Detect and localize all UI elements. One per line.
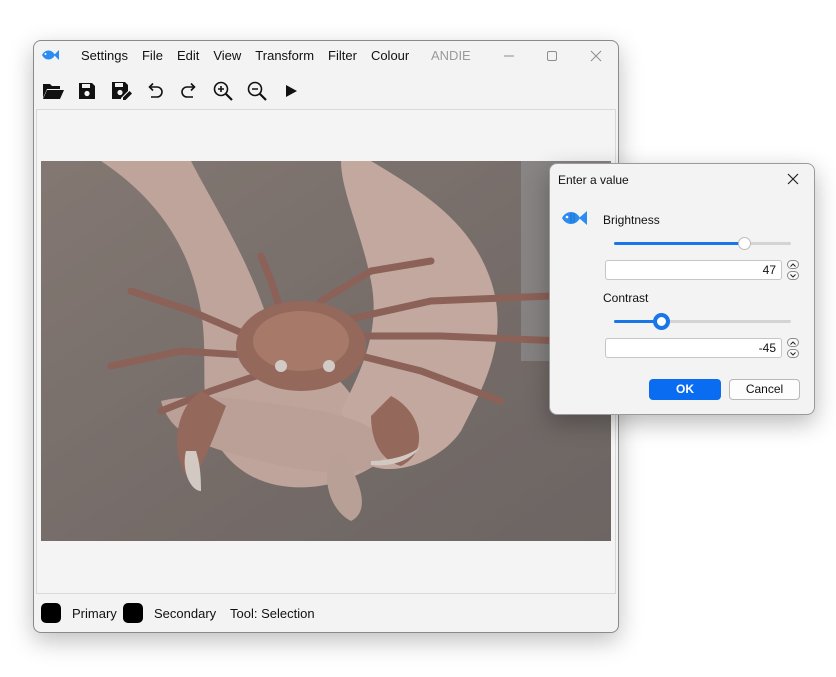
secondary-color-swatch[interactable] — [123, 603, 143, 623]
close-button[interactable] — [576, 43, 616, 69]
brightness-slider[interactable] — [614, 237, 791, 250]
toolbar — [34, 73, 618, 107]
primary-label: Primary — [72, 606, 117, 621]
zoom-out-button[interactable] — [243, 77, 271, 105]
main-window: Settings File Edit View Transform Filter… — [33, 40, 619, 633]
menu-view[interactable]: View — [206, 48, 248, 64]
dialog-close-button[interactable] — [782, 170, 804, 188]
open-button[interactable] — [39, 77, 67, 105]
ok-button[interactable]: OK — [649, 379, 721, 400]
chevron-up-icon — [790, 262, 796, 267]
desktop: Settings File Edit View Transform Filter… — [0, 0, 836, 677]
brightness-label: Brightness — [603, 213, 660, 227]
menu-transform[interactable]: Transform — [248, 48, 321, 64]
contrast-label: Contrast — [603, 291, 649, 305]
dialog-title: Enter a value — [558, 173, 629, 187]
crab-photo — [41, 161, 611, 541]
save-icon — [79, 83, 95, 99]
redo-icon — [181, 82, 196, 98]
contrast-input[interactable]: -45 — [605, 338, 782, 358]
save-as-icon — [112, 82, 132, 100]
menu-edit[interactable]: Edit — [170, 48, 206, 64]
minimize-icon — [504, 55, 514, 57]
redo-button[interactable] — [175, 77, 203, 105]
menu-bar: Settings File Edit View Transform Filter… — [74, 48, 416, 64]
title-bar: Settings File Edit View Transform Filter… — [34, 41, 618, 71]
chevron-down-icon — [790, 351, 796, 356]
image-canvas[interactable] — [36, 109, 616, 594]
primary-color-swatch[interactable] — [41, 603, 61, 623]
run-macro-button[interactable] — [277, 77, 305, 105]
brightness-slider-thumb[interactable] — [738, 237, 751, 250]
open-folder-icon — [43, 84, 64, 99]
zoom-out-icon — [247, 81, 267, 101]
tool-status: Tool: Selection — [230, 606, 315, 621]
brightness-spinner — [787, 260, 799, 280]
brightness-decrement-button[interactable] — [787, 271, 799, 280]
close-icon — [787, 173, 799, 185]
fish-icon — [562, 211, 587, 225]
menu-colour[interactable]: Colour — [364, 48, 416, 64]
zoom-in-icon — [213, 81, 233, 101]
menu-filter[interactable]: Filter — [321, 48, 364, 64]
maximize-icon — [547, 51, 557, 61]
play-icon — [286, 85, 297, 97]
close-icon — [590, 50, 602, 62]
contrast-decrement-button[interactable] — [787, 349, 799, 358]
save-as-button[interactable] — [107, 77, 135, 105]
zoom-in-button[interactable] — [209, 77, 237, 105]
contrast-spinner — [787, 338, 799, 358]
status-bar: Primary Secondary Tool: Selection — [34, 597, 618, 631]
menu-file[interactable]: File — [135, 48, 170, 64]
contrast-increment-button[interactable] — [787, 338, 799, 347]
cancel-button[interactable]: Cancel — [729, 379, 800, 400]
chevron-down-icon — [790, 273, 796, 278]
value-dialog: Enter a value Brightness 47 Contrast -45… — [549, 163, 815, 415]
minimize-button[interactable] — [489, 43, 529, 69]
undo-button[interactable] — [141, 77, 169, 105]
menu-settings[interactable]: Settings — [74, 48, 135, 64]
fish-icon — [42, 50, 59, 60]
contrast-slider[interactable] — [614, 313, 791, 330]
brightness-input[interactable]: 47 — [605, 260, 782, 280]
window-title: ANDIE — [431, 48, 471, 63]
maximize-button[interactable] — [532, 43, 572, 69]
brightness-increment-button[interactable] — [787, 260, 799, 269]
brightness-slider-fill — [614, 242, 745, 245]
chevron-up-icon — [790, 340, 796, 345]
secondary-label: Secondary — [154, 606, 217, 621]
save-button[interactable] — [73, 77, 101, 105]
contrast-slider-thumb[interactable] — [653, 313, 670, 330]
undo-icon — [148, 82, 163, 98]
